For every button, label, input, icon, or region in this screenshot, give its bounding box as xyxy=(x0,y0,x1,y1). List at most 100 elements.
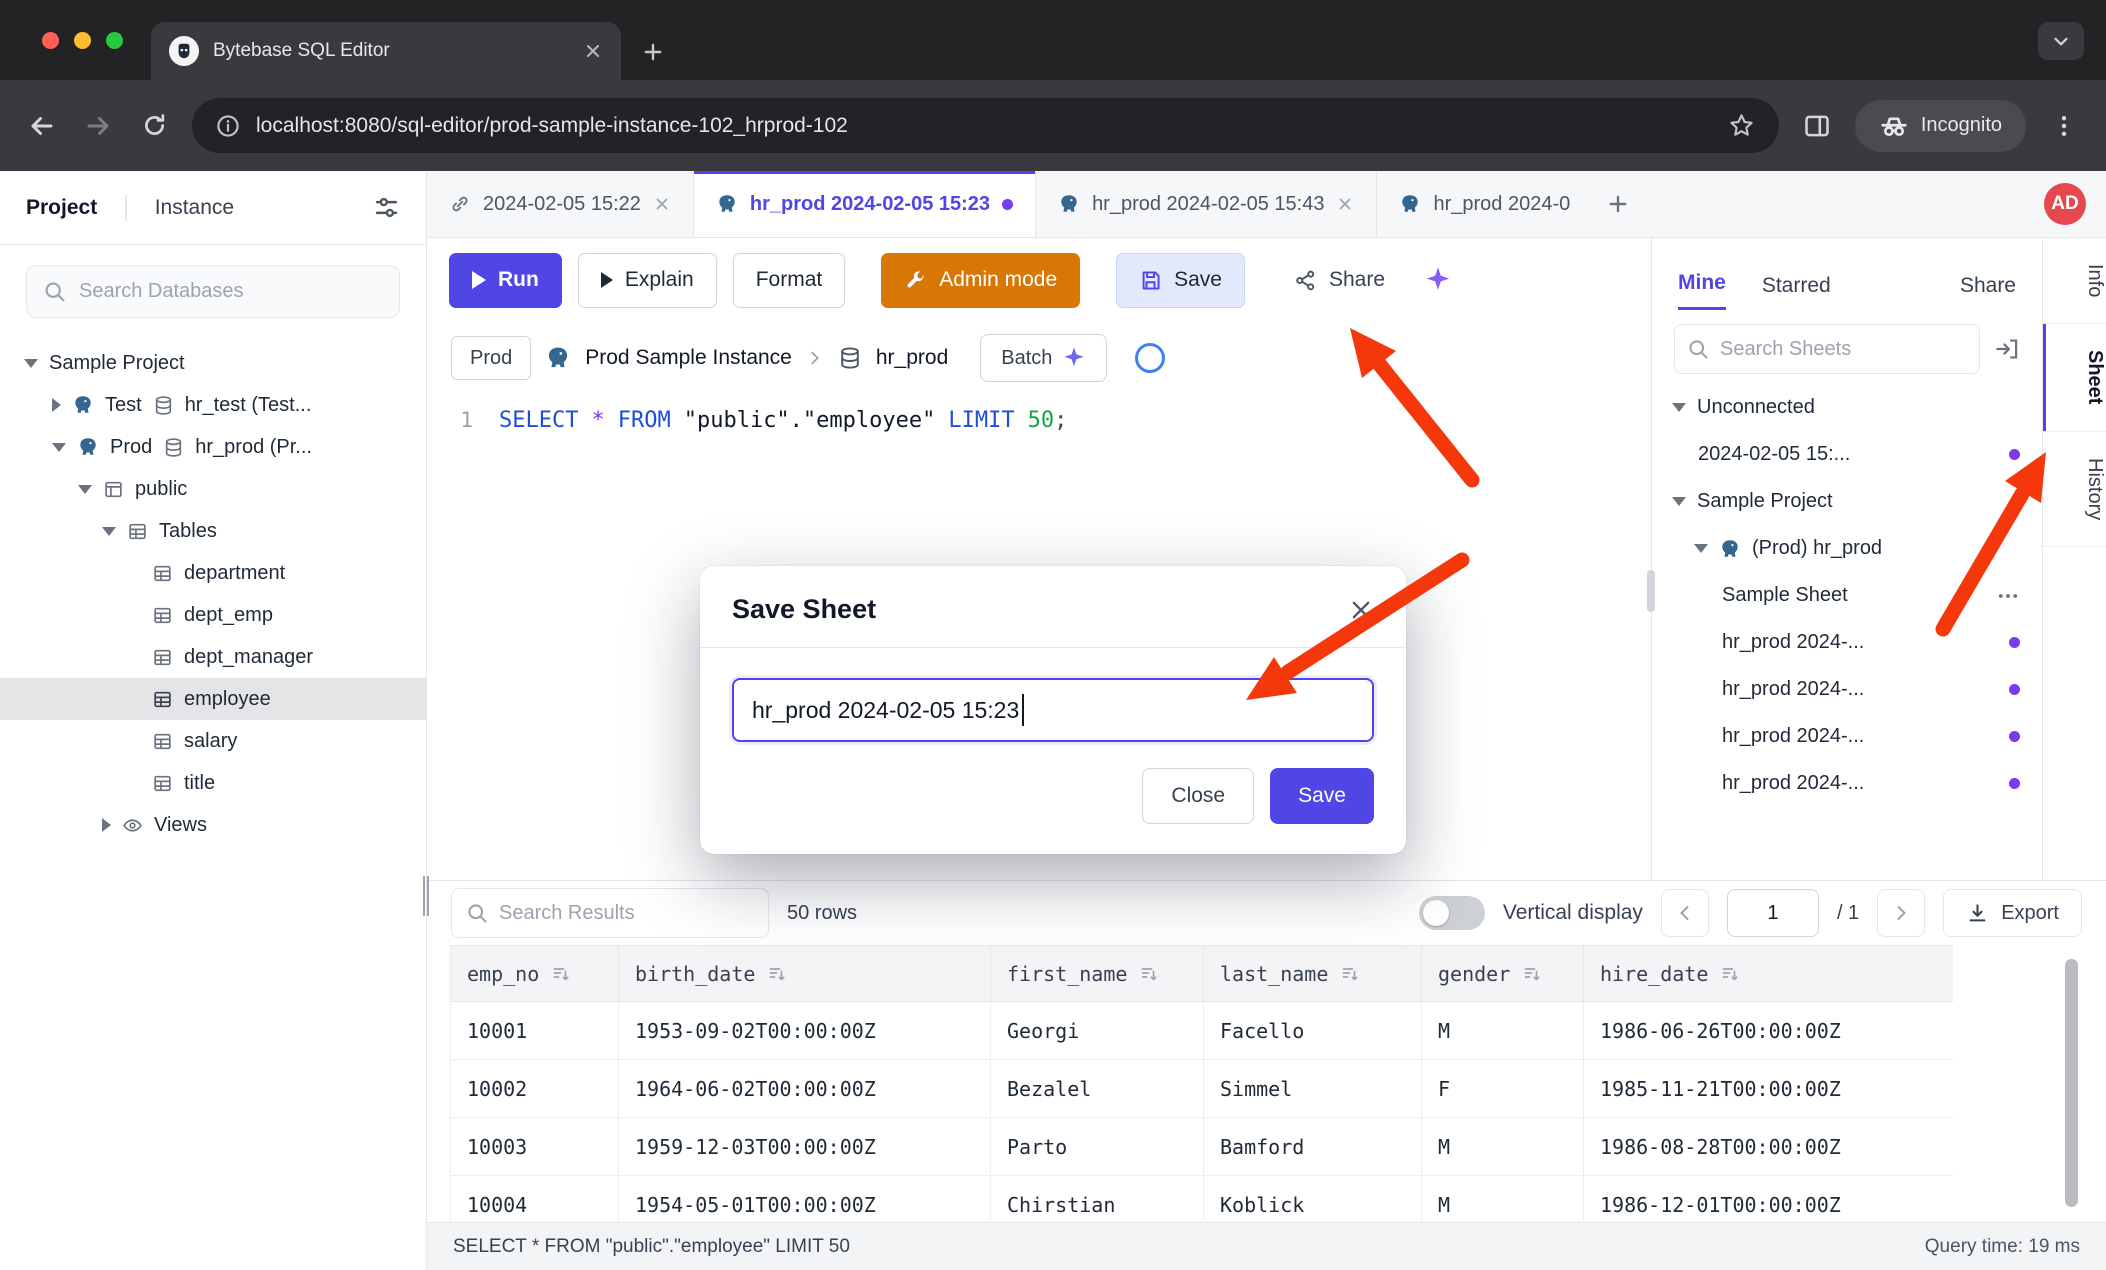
format-button[interactable]: Format xyxy=(733,253,846,308)
cell[interactable]: Simmel xyxy=(1204,1060,1422,1118)
tree-group-views[interactable]: Views xyxy=(0,804,426,846)
sheet-item[interactable]: 2024-02-05 15:... xyxy=(1652,431,2042,478)
chevron-down-icon[interactable] xyxy=(102,527,116,536)
tree-item-project[interactable]: Sample Project xyxy=(0,342,426,384)
cell[interactable]: M xyxy=(1422,1002,1584,1060)
sheet-item[interactable]: hr_prod 2024-... xyxy=(1652,619,2042,666)
chevron-right-icon[interactable] xyxy=(102,818,111,832)
sort-icon[interactable] xyxy=(1139,964,1159,984)
batch-button[interactable]: Batch xyxy=(980,334,1107,382)
chevron-down-icon[interactable] xyxy=(52,443,66,452)
sheet-name-input[interactable]: hr_prod 2024-02-05 15:23 xyxy=(732,678,1374,742)
query-tab-1[interactable]: 2024-02-05 15:22 xyxy=(427,171,694,237)
panel-resize-handle[interactable] xyxy=(1647,570,1655,612)
forward-button[interactable] xyxy=(80,108,116,144)
cell[interactable]: 1986-06-26T00:00:00Z xyxy=(1584,1002,1954,1060)
cell[interactable]: Facello xyxy=(1204,1002,1422,1060)
sidebar-resize-handle[interactable] xyxy=(423,876,430,916)
tree-item-table-salary[interactable]: salary xyxy=(0,720,426,762)
chevron-down-icon[interactable] xyxy=(1694,544,1708,553)
more-horizontal-icon[interactable] xyxy=(1996,584,2020,608)
close-icon[interactable] xyxy=(1336,195,1354,213)
tab-instance[interactable]: Instance xyxy=(155,196,234,220)
cell[interactable]: Koblick xyxy=(1204,1176,1422,1222)
cell[interactable]: Bamford xyxy=(1204,1118,1422,1176)
cell[interactable]: F xyxy=(1422,1060,1584,1118)
close-modal-icon[interactable] xyxy=(1348,597,1374,623)
column-header[interactable]: birth_date xyxy=(619,946,991,1002)
cell[interactable]: M xyxy=(1422,1176,1584,1222)
sheet-group-project[interactable]: Sample Project xyxy=(1652,478,2042,525)
run-button[interactable]: Run xyxy=(449,253,562,308)
filter-sliders-icon[interactable] xyxy=(373,194,400,221)
chevron-down-icon[interactable] xyxy=(1672,497,1686,506)
sort-icon[interactable] xyxy=(1522,964,1542,984)
sheet-item[interactable]: hr_prod 2024-... xyxy=(1652,666,2042,713)
column-header[interactable]: first_name xyxy=(991,946,1204,1002)
minimize-window-button[interactable] xyxy=(74,32,91,49)
sort-icon[interactable] xyxy=(1720,964,1740,984)
browser-menu-button[interactable] xyxy=(2046,108,2082,144)
database-name[interactable]: hr_prod xyxy=(876,346,948,370)
chevron-down-icon[interactable] xyxy=(24,359,38,368)
tab-project[interactable]: Project xyxy=(26,196,97,220)
url-bar[interactable]: localhost:8080/sql-editor/prod-sample-in… xyxy=(192,98,1779,153)
explain-button[interactable]: Explain xyxy=(578,253,717,308)
cell[interactable]: Bezalel xyxy=(991,1060,1204,1118)
results-search[interactable] xyxy=(451,888,769,938)
export-button[interactable]: Export xyxy=(1943,889,2082,937)
sheet-group-database[interactable]: (Prod) hr_prod xyxy=(1652,525,2042,572)
cell[interactable]: 10004 xyxy=(451,1176,619,1222)
tree-item-schema-public[interactable]: public xyxy=(0,468,426,510)
tree-item-prod-db[interactable]: Prod hr_prod (Pr... xyxy=(0,426,426,468)
cell[interactable]: 1986-08-28T00:00:00Z xyxy=(1584,1118,1954,1176)
sheet-item-sample[interactable]: Sample Sheet xyxy=(1652,572,2042,619)
sheet-item[interactable]: hr_prod 2024-... xyxy=(1652,713,2042,760)
scrollbar-thumb[interactable] xyxy=(2065,959,2078,1207)
cell[interactable]: Chirstian xyxy=(991,1176,1204,1222)
modal-save-button[interactable]: Save xyxy=(1270,768,1374,824)
tree-item-table-title[interactable]: title xyxy=(0,762,426,804)
cell[interactable]: 10003 xyxy=(451,1118,619,1176)
prev-page-button[interactable] xyxy=(1661,889,1709,937)
strip-tab-history[interactable]: History xyxy=(2043,432,2106,547)
sheet-item[interactable]: hr_prod 2024-... xyxy=(1652,760,2042,807)
modal-close-button[interactable]: Close xyxy=(1142,768,1254,824)
bookmark-star-icon[interactable] xyxy=(1728,112,1755,139)
cell[interactable]: M xyxy=(1422,1118,1584,1176)
close-icon[interactable] xyxy=(653,195,671,213)
cell[interactable]: Parto xyxy=(991,1118,1204,1176)
results-search-input[interactable] xyxy=(499,902,754,925)
cell[interactable]: 1985-11-21T00:00:00Z xyxy=(1584,1060,1954,1118)
database-search-input[interactable] xyxy=(79,280,383,303)
fullscreen-window-button[interactable] xyxy=(106,32,123,49)
circle-ring-icon[interactable] xyxy=(1135,343,1165,373)
column-header[interactable]: hire_date xyxy=(1584,946,1954,1002)
admin-mode-button[interactable]: Admin mode xyxy=(881,253,1080,308)
collapse-panel-icon[interactable] xyxy=(1994,336,2020,362)
browser-tab[interactable]: Bytebase SQL Editor xyxy=(151,22,621,80)
tree-item-table-dept-manager[interactable]: dept_manager xyxy=(0,636,426,678)
column-header[interactable]: last_name xyxy=(1204,946,1422,1002)
strip-tab-sheet[interactable]: Sheet xyxy=(2043,324,2106,431)
sheet-search-input[interactable] xyxy=(1720,338,1967,361)
cell[interactable]: 1953-09-02T00:00:00Z xyxy=(619,1002,991,1060)
side-panel-icon[interactable] xyxy=(1799,108,1835,144)
user-avatar[interactable]: AD xyxy=(2044,183,2086,225)
instance-name[interactable]: Prod Sample Instance xyxy=(585,346,792,370)
tab-starred[interactable]: Starred xyxy=(1762,274,1831,310)
column-header[interactable]: emp_no xyxy=(451,946,619,1002)
page-number-input[interactable] xyxy=(1727,889,1819,937)
tab-search-button[interactable] xyxy=(2038,22,2084,60)
tree-item-table-department[interactable]: department xyxy=(0,552,426,594)
share-button[interactable]: Share xyxy=(1271,253,1408,308)
cell[interactable]: 10001 xyxy=(451,1002,619,1060)
tree-item-table-dept-emp[interactable]: dept_emp xyxy=(0,594,426,636)
back-button[interactable] xyxy=(24,108,60,144)
url-text[interactable]: localhost:8080/sql-editor/prod-sample-in… xyxy=(256,114,1712,138)
strip-tab-info[interactable]: Info xyxy=(2043,238,2106,324)
close-tab-icon[interactable] xyxy=(583,41,603,61)
cell[interactable]: 1986-12-01T00:00:00Z xyxy=(1584,1176,1954,1222)
tree-group-tables[interactable]: Tables xyxy=(0,510,426,552)
environment-pill[interactable]: Prod xyxy=(451,336,531,380)
